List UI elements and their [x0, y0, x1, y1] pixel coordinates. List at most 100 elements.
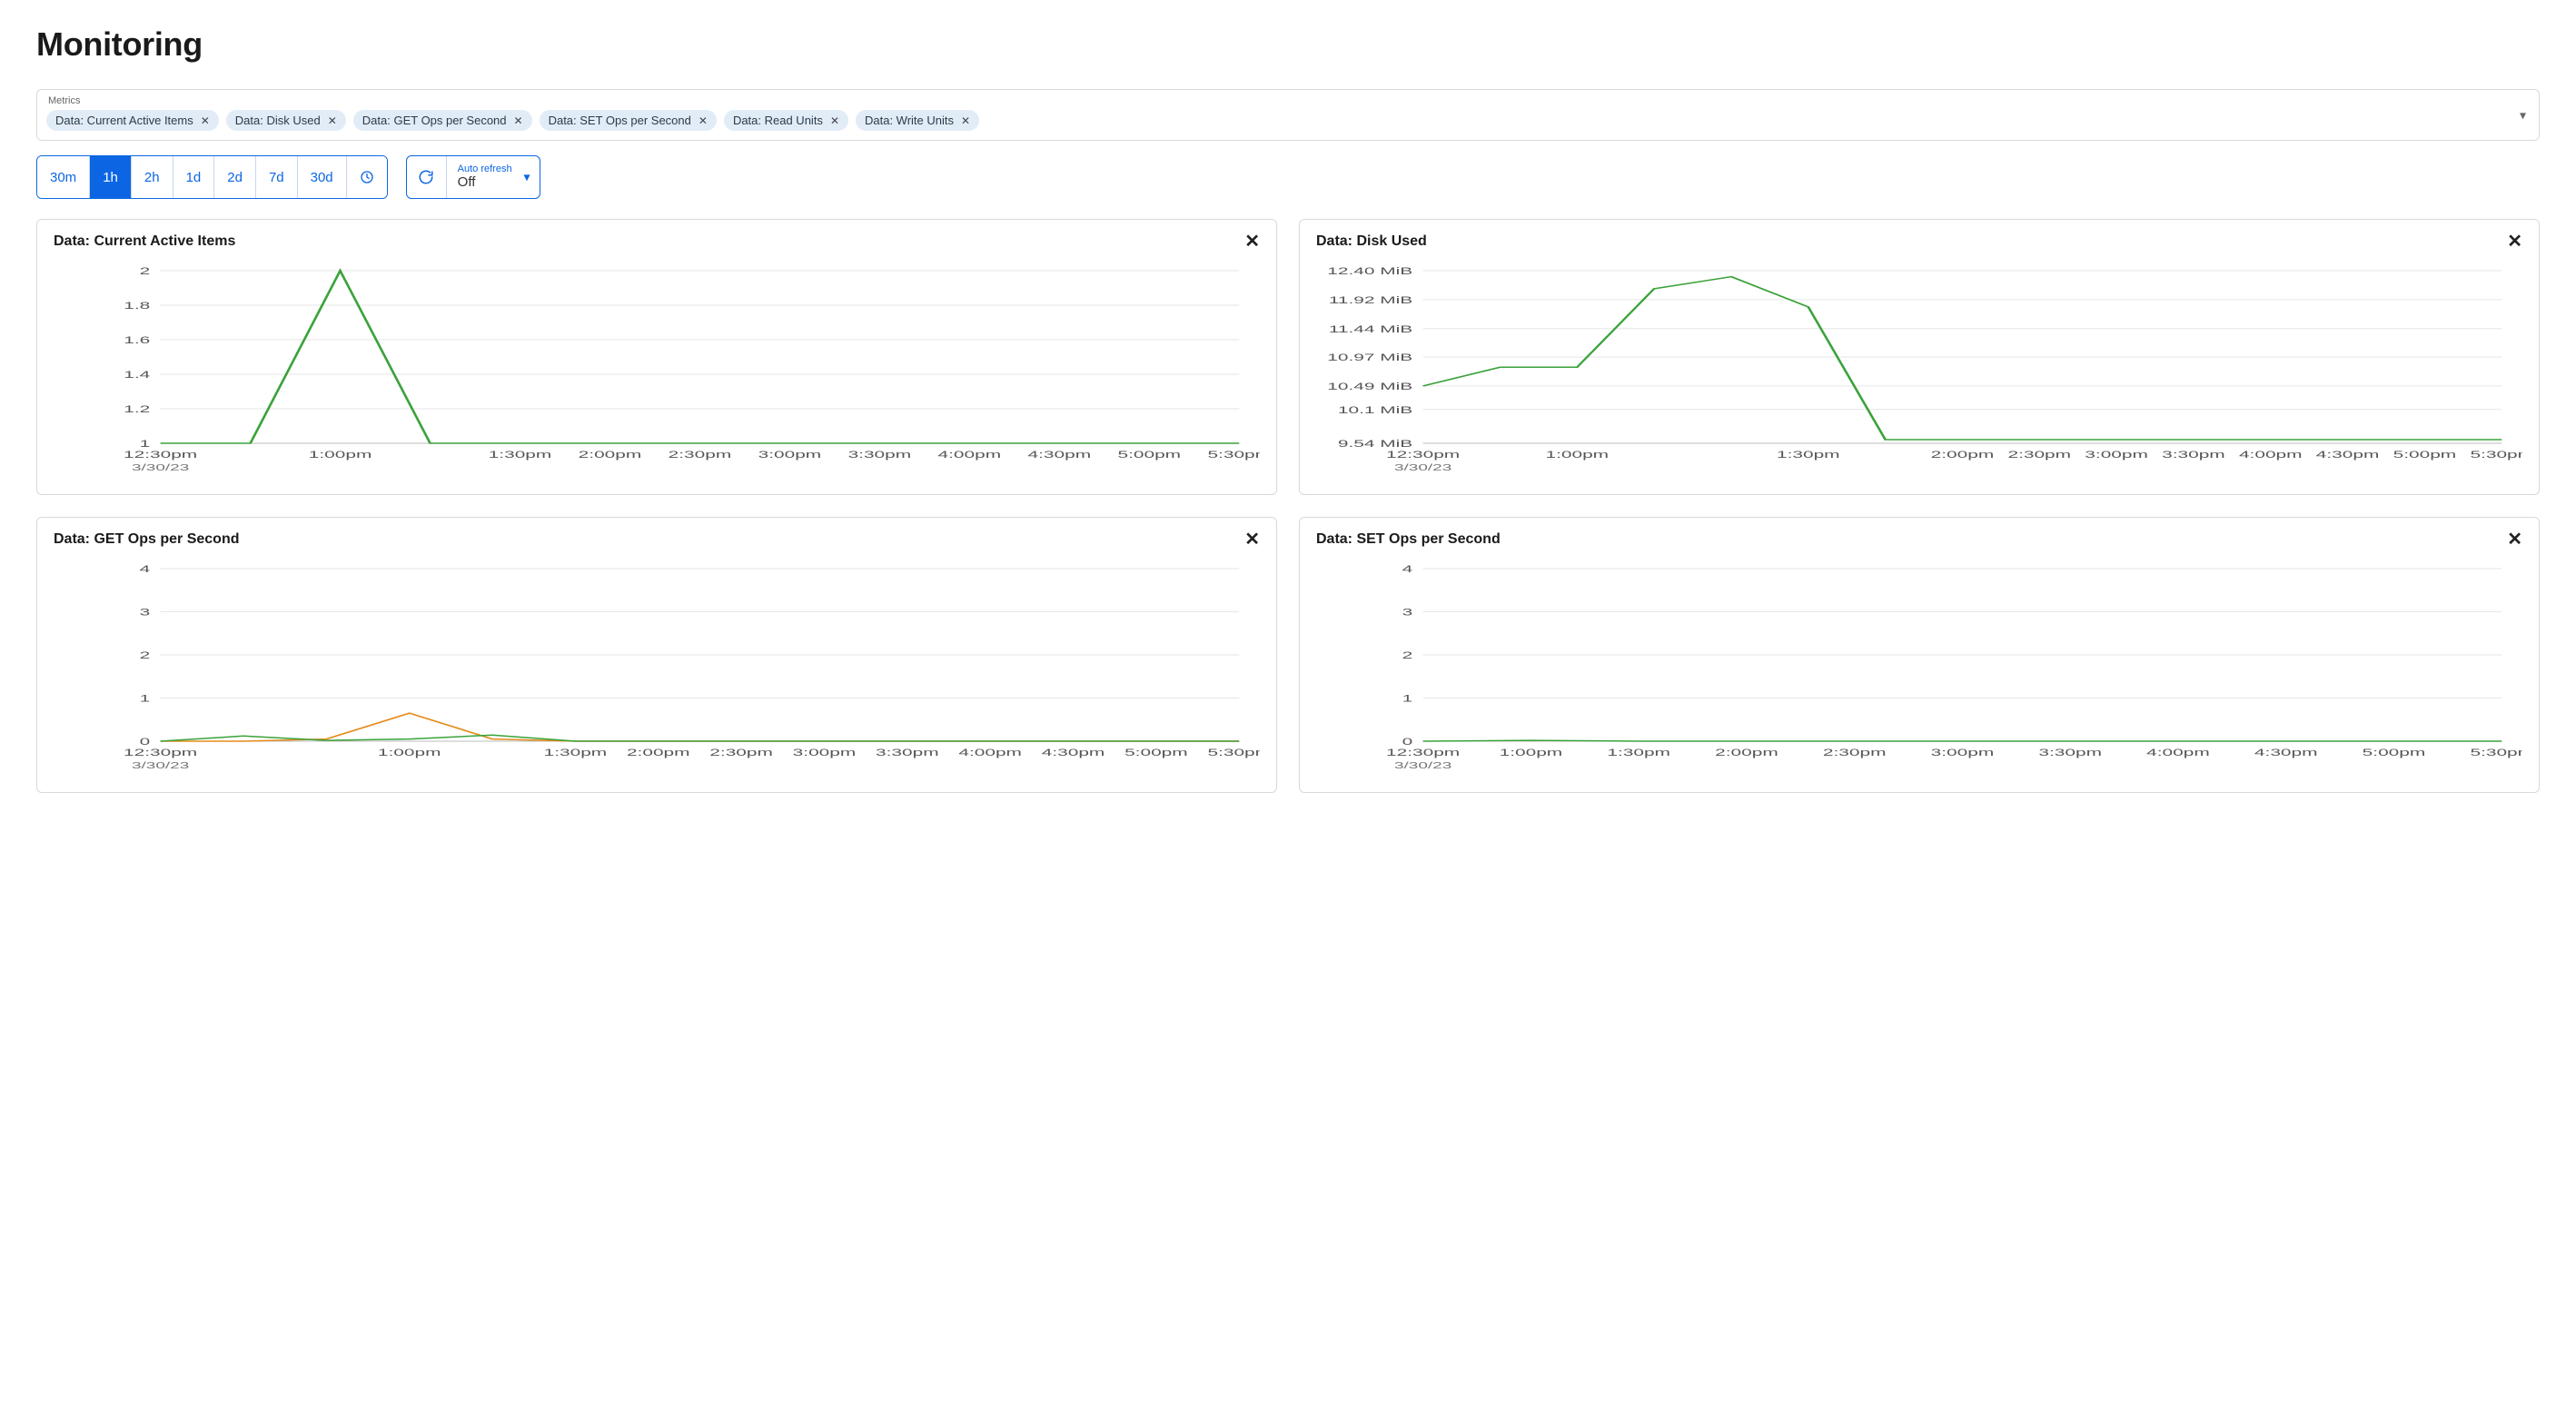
svg-text:1:30pm: 1:30pm — [489, 449, 552, 461]
series-set ops — [1423, 740, 2502, 741]
close-icon[interactable]: ✕ — [961, 115, 970, 126]
svg-text:5:30pm: 5:30pm — [2470, 747, 2522, 758]
metric-chip[interactable]: Data: Disk Used ✕ — [226, 110, 346, 131]
close-icon[interactable]: ✕ — [698, 115, 708, 126]
svg-text:9.54 MiB: 9.54 MiB — [1338, 438, 1412, 450]
svg-text:3:00pm: 3:00pm — [2085, 449, 2148, 461]
svg-text:5:00pm: 5:00pm — [2363, 747, 2426, 758]
svg-text:3:30pm: 3:30pm — [2038, 747, 2102, 758]
metrics-chips: Data: Current Active Items✕Data: Disk Us… — [46, 110, 2530, 131]
svg-text:11.44 MiB: 11.44 MiB — [1329, 323, 1412, 335]
metric-chip[interactable]: Data: GET Ops per Second ✕ — [353, 110, 532, 131]
svg-text:12:30pm: 12:30pm — [124, 449, 197, 461]
time-range-30m[interactable]: 30m — [37, 156, 90, 198]
svg-text:12:30pm: 12:30pm — [1386, 747, 1460, 758]
time-range-1h[interactable]: 1h — [90, 156, 132, 198]
svg-text:4: 4 — [1402, 563, 1413, 575]
metric-chip-label: Data: Write Units — [865, 114, 954, 127]
auto-refresh-dropdown[interactable]: Auto refresh Off ▾ — [447, 156, 540, 198]
svg-text:12:30pm: 12:30pm — [124, 747, 197, 758]
time-range-7d[interactable]: 7d — [256, 156, 298, 198]
svg-text:1:00pm: 1:00pm — [1500, 747, 1563, 758]
svg-text:1.6: 1.6 — [124, 334, 150, 346]
svg-text:2:00pm: 2:00pm — [1931, 449, 1995, 461]
svg-text:4:30pm: 4:30pm — [1042, 747, 1105, 758]
time-range-1d[interactable]: 1d — [173, 156, 215, 198]
time-range-30d[interactable]: 30d — [298, 156, 347, 198]
svg-text:3/30/23: 3/30/23 — [132, 760, 189, 770]
metric-chip-label: Data: Read Units — [733, 114, 823, 127]
metric-chip-label: Data: Current Active Items — [55, 114, 193, 127]
chart-card-set-ops: Data: SET Ops per Second✕0123412:30pm3/3… — [1299, 517, 2540, 793]
svg-text:4:00pm: 4:00pm — [958, 747, 1022, 758]
metric-chip[interactable]: Data: Read Units ✕ — [724, 110, 848, 131]
svg-text:3: 3 — [1402, 607, 1413, 619]
chart-plot: 0123412:30pm3/30/231:00pm1:30pm2:00pm2:3… — [1316, 558, 2522, 776]
svg-text:4:00pm: 4:00pm — [2146, 747, 2210, 758]
close-icon[interactable]: ✕ — [201, 115, 210, 126]
svg-text:2:00pm: 2:00pm — [1715, 747, 1778, 758]
auto-refresh-control[interactable]: Auto refresh Off ▾ — [406, 155, 540, 199]
chart-title: Data: GET Ops per Second — [54, 531, 239, 548]
metric-chip-label: Data: SET Ops per Second — [549, 114, 691, 127]
svg-text:2:30pm: 2:30pm — [709, 747, 773, 758]
svg-text:4:00pm: 4:00pm — [2239, 449, 2303, 461]
svg-text:0: 0 — [140, 736, 151, 748]
close-icon[interactable]: ✕ — [514, 115, 523, 126]
svg-text:1.4: 1.4 — [124, 369, 150, 381]
time-range-2h[interactable]: 2h — [132, 156, 173, 198]
svg-text:1: 1 — [140, 438, 151, 450]
svg-text:12.40 MiB: 12.40 MiB — [1327, 265, 1412, 277]
close-icon[interactable]: ✕ — [830, 115, 839, 126]
chart-plot: 9.54 MiB10.1 MiB10.49 MiB10.97 MiB11.44 … — [1316, 260, 2522, 478]
chevron-down-icon[interactable]: ▾ — [2520, 107, 2526, 123]
metric-chip[interactable]: Data: Write Units ✕ — [856, 110, 979, 131]
svg-text:10.1 MiB: 10.1 MiB — [1338, 404, 1412, 416]
svg-text:3:30pm: 3:30pm — [848, 449, 912, 461]
close-icon[interactable]: ✕ — [1244, 233, 1260, 251]
metrics-selector[interactable]: Metrics Data: Current Active Items✕Data:… — [36, 89, 2540, 141]
chart-card-disk-used: Data: Disk Used✕9.54 MiB10.1 MiB10.49 Mi… — [1299, 219, 2540, 495]
chart-card-active-items: Data: Current Active Items ✕ 1 1.2 1.4 1.6 1.8… — [36, 219, 1277, 495]
metric-chip-label: Data: GET Ops per Second — [362, 114, 507, 127]
chart-card-get-ops: Data: GET Ops per Second✕0123412:30pm3/3… — [36, 517, 1277, 793]
svg-text:3:00pm: 3:00pm — [758, 449, 822, 461]
series-disk used (MiB) — [1423, 277, 2502, 440]
page-title: Monitoring — [36, 25, 2540, 64]
svg-text:1:30pm: 1:30pm — [1777, 449, 1840, 461]
refresh-icon[interactable] — [407, 156, 447, 198]
svg-text:3/30/23: 3/30/23 — [1394, 462, 1451, 472]
svg-text:12:30pm: 12:30pm — [1386, 449, 1460, 461]
svg-text:3:00pm: 3:00pm — [793, 747, 857, 758]
svg-text:1.8: 1.8 — [124, 300, 150, 312]
clock-icon — [360, 170, 374, 184]
svg-text:4:30pm: 4:30pm — [1028, 449, 1092, 461]
svg-text:2: 2 — [1402, 649, 1413, 661]
close-icon[interactable]: ✕ — [2507, 530, 2522, 549]
svg-text:2:00pm: 2:00pm — [579, 449, 642, 461]
svg-text:4:30pm: 4:30pm — [2316, 449, 2380, 461]
svg-text:5:00pm: 5:00pm — [1125, 747, 1188, 758]
metric-chip-label: Data: Disk Used — [235, 114, 321, 127]
custom-time-range-button[interactable] — [347, 156, 387, 198]
metric-chip[interactable]: Data: SET Ops per Second ✕ — [540, 110, 717, 131]
chart-plot: 11.21.41.61.8212:30pm3/30/231:00pm1:30pm… — [54, 260, 1260, 478]
metric-chip[interactable]: Data: Current Active Items ✕ — [46, 110, 219, 131]
chart-title: Data: Current Active Items — [54, 233, 235, 250]
close-icon[interactable]: ✕ — [2507, 233, 2522, 251]
chart-title: Data: SET Ops per Second — [1316, 531, 1501, 548]
svg-text:5:30pm: 5:30pm — [2470, 449, 2522, 461]
time-range-2d[interactable]: 2d — [214, 156, 256, 198]
svg-text:5:00pm: 5:00pm — [2393, 449, 2457, 461]
svg-text:1: 1 — [1402, 693, 1413, 705]
auto-refresh-label: Auto refresh — [458, 164, 512, 174]
svg-text:11.92 MiB: 11.92 MiB — [1329, 294, 1412, 306]
svg-text:3/30/23: 3/30/23 — [1394, 760, 1451, 770]
close-icon[interactable]: ✕ — [1244, 530, 1260, 549]
close-icon[interactable]: ✕ — [328, 115, 337, 126]
svg-text:1.2: 1.2 — [124, 403, 150, 415]
svg-text:4:30pm: 4:30pm — [2254, 747, 2318, 758]
svg-text:5:30pm: 5:30pm — [1207, 449, 1260, 461]
svg-text:3:30pm: 3:30pm — [2162, 449, 2225, 461]
svg-text:3:30pm: 3:30pm — [876, 747, 939, 758]
